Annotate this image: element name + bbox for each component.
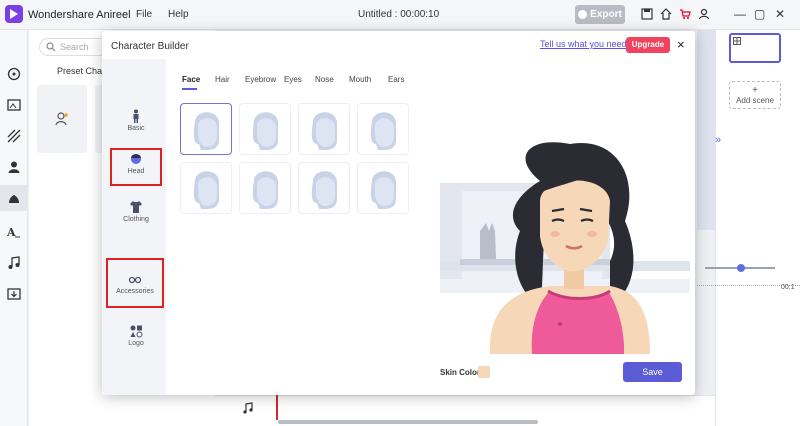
title-bar: Wondershare Anireel File Help Untitled :…: [0, 0, 800, 30]
face-option[interactable]: [298, 103, 350, 155]
preview-area: [697, 30, 715, 230]
tab-ears[interactable]: Ears: [388, 75, 404, 84]
category-clothing-label: Clothing: [123, 216, 149, 223]
upgrade-button[interactable]: Upgrade: [626, 37, 670, 53]
dialog-header: Character Builder Tell us what you need …: [102, 31, 695, 59]
character-builder-dialog: Character Builder Tell us what you need …: [102, 31, 695, 395]
media-icon[interactable]: [7, 98, 21, 112]
face-silhouette-icon: [252, 171, 278, 209]
face-option[interactable]: [239, 162, 291, 214]
expand-arrows-icon[interactable]: »: [715, 134, 721, 146]
category-accessories[interactable]: Accessories: [106, 258, 164, 308]
ruler-number: 00:1: [781, 284, 795, 291]
menu-file[interactable]: File: [136, 9, 152, 20]
dialog-title: Character Builder: [111, 41, 189, 52]
scenes-panel: + Add scene: [715, 30, 800, 426]
export-icon: [578, 10, 588, 19]
scene-icon[interactable]: [7, 192, 21, 206]
face-option[interactable]: [180, 103, 232, 155]
search-placeholder: Search: [60, 42, 89, 52]
face-silhouette-icon: [370, 171, 396, 209]
text-icon[interactable]: A: [7, 225, 21, 239]
face-silhouette-icon: [370, 112, 396, 150]
pattern-icon[interactable]: [7, 129, 21, 143]
minimize-icon[interactable]: —: [734, 7, 746, 21]
timeline-scrollbar[interactable]: [278, 420, 538, 424]
feedback-link[interactable]: Tell us what you need: [540, 39, 627, 49]
shapes-icon: [130, 325, 143, 338]
home-icon[interactable]: [660, 8, 672, 20]
add-scene-button[interactable]: + Add scene: [729, 81, 781, 109]
face-option[interactable]: [357, 103, 409, 155]
skin-color-label: Skin Color: [440, 368, 481, 377]
scene-thumbnail[interactable]: [729, 33, 781, 63]
face-option[interactable]: [180, 162, 232, 214]
face-silhouette-icon: [193, 112, 219, 150]
theme-icon[interactable]: [7, 67, 21, 81]
save-button[interactable]: Save: [623, 362, 682, 382]
face-option[interactable]: [298, 162, 350, 214]
export-button[interactable]: Export: [575, 5, 625, 24]
head-icon: [131, 154, 141, 164]
face-silhouette-icon: [252, 112, 278, 150]
tab-eyebrow[interactable]: Eyebrow: [245, 75, 276, 84]
category-logo-label: Logo: [128, 340, 144, 347]
category-basic[interactable]: Basic: [110, 107, 162, 145]
export-label: Export: [590, 9, 622, 20]
plus-icon: +: [752, 85, 758, 96]
menu-help[interactable]: Help: [168, 9, 189, 20]
face-silhouette-icon: [311, 112, 337, 150]
add-scene-label: Add scene: [736, 96, 774, 105]
tab-nose[interactable]: Nose: [315, 75, 334, 84]
svg-text:A: A: [7, 226, 16, 239]
shirt-icon: [130, 201, 142, 213]
search-icon: [46, 42, 56, 52]
add-person-icon: [55, 112, 68, 126]
scene-grid-icon: [733, 37, 741, 45]
tab-hair[interactable]: Hair: [215, 75, 230, 84]
import-icon[interactable]: [7, 287, 21, 301]
add-character-card[interactable]: [37, 85, 87, 153]
playhead[interactable]: [276, 395, 278, 420]
character-icon[interactable]: [7, 160, 21, 174]
app-title: Wondershare Anireel: [28, 9, 131, 21]
audio-track-icon: [243, 402, 253, 414]
face-option[interactable]: [357, 162, 409, 214]
close-dialog-icon[interactable]: ×: [677, 37, 685, 52]
window-close-icon[interactable]: ✕: [775, 7, 785, 21]
active-tab-indicator: [182, 88, 197, 90]
app-logo-icon: [5, 5, 23, 23]
account-icon[interactable]: [698, 8, 710, 20]
document-title: Untitled : 00:00:10: [358, 9, 440, 20]
search-input[interactable]: Search: [39, 38, 109, 56]
character-preview: [440, 142, 690, 354]
category-basic-label: Basic: [127, 125, 145, 132]
skin-color-swatch[interactable]: [478, 366, 490, 378]
tab-eyes[interactable]: Eyes: [284, 75, 302, 84]
face-silhouette-icon: [311, 171, 337, 209]
tab-mouth[interactable]: Mouth: [349, 75, 371, 84]
left-nav: A: [0, 30, 28, 426]
category-clothing[interactable]: Clothing: [110, 198, 162, 236]
face-option[interactable]: [239, 103, 291, 155]
category-accessories-label: Accessories: [116, 288, 154, 295]
face-silhouette-icon: [193, 171, 219, 209]
category-head[interactable]: Head: [110, 148, 162, 186]
category-sidebar: Basic Head Clothing Accessories Logo: [102, 59, 166, 395]
body-icon: [133, 109, 139, 123]
music-icon[interactable]: [7, 256, 21, 270]
maximize-icon[interactable]: ▢: [754, 7, 765, 21]
category-head-label: Head: [127, 168, 145, 175]
save-icon[interactable]: [641, 8, 653, 20]
category-logo[interactable]: Logo: [110, 322, 162, 360]
zoom-slider-handle[interactable]: [737, 264, 745, 272]
glasses-icon: [128, 276, 142, 284]
cart-icon[interactable]: [679, 8, 691, 20]
tab-face[interactable]: Face: [182, 75, 200, 84]
